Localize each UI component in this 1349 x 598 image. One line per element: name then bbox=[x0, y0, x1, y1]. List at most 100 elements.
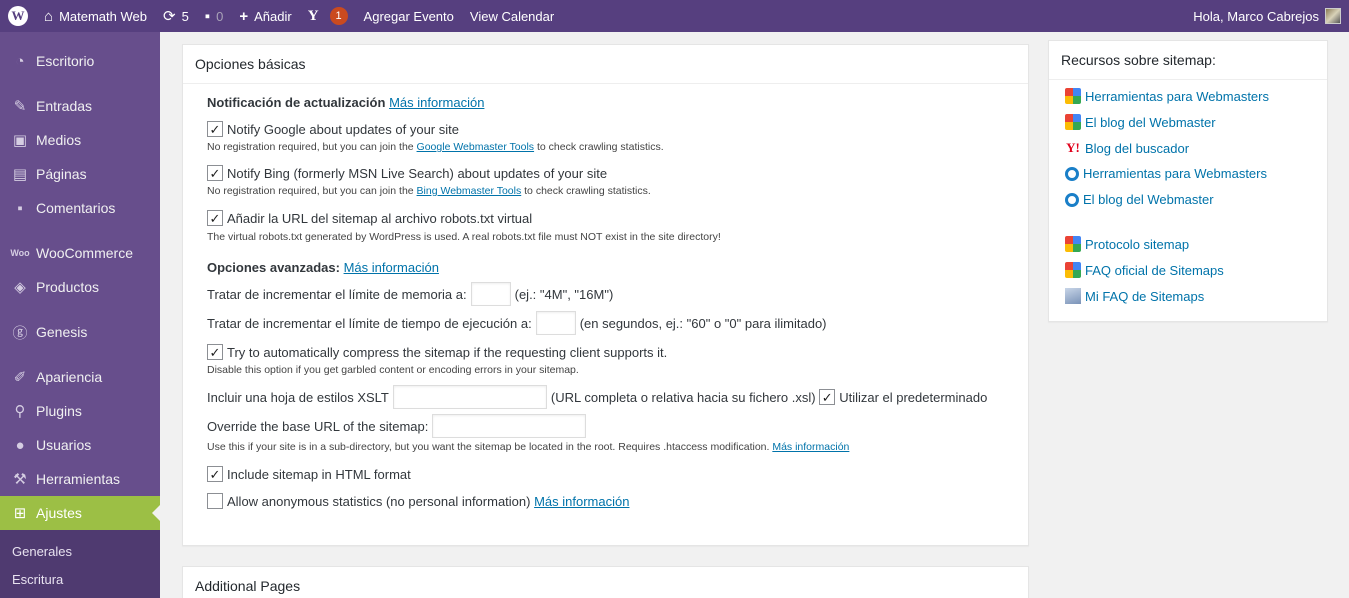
sidebar-item-comentarios[interactable]: ▪ Comentarios bbox=[0, 191, 160, 225]
xslt-url-input[interactable] bbox=[392, 385, 547, 409]
robots-row: ✓ Añadir la URL del sitemap al archivo r… bbox=[207, 210, 532, 226]
add-event-link[interactable]: Agregar Evento bbox=[356, 0, 462, 32]
submenu-generales[interactable]: Generales bbox=[12, 544, 72, 559]
memory-label: Tratar de incrementar el límite de memor… bbox=[207, 286, 467, 302]
sidebar-item-label: Productos bbox=[36, 279, 100, 295]
yoast-badge: 1 bbox=[329, 7, 348, 25]
faq-icon bbox=[1065, 288, 1081, 304]
memory-limit-input[interactable] bbox=[470, 282, 511, 306]
resource-google-webmaster-tools[interactable]: Herramientas para Webmasters bbox=[1065, 88, 1269, 104]
sidebar-item-woocommerce[interactable]: Woo WooCommerce bbox=[0, 236, 160, 270]
box-icon: ◈ bbox=[14, 279, 26, 296]
sidebar-item-medios[interactable]: ▣ Medios bbox=[0, 123, 160, 157]
baseurl-note-row: Use this if your site is in a sub-direct… bbox=[207, 441, 849, 453]
basic-options-title: Opciones básicas bbox=[183, 45, 1028, 84]
site-name-link[interactable]: ⌂ Matemath Web bbox=[36, 0, 155, 32]
user-account-menu[interactable]: Hola, Marco Cabrejos bbox=[1193, 0, 1341, 32]
yahoo-icon: Y! bbox=[1066, 140, 1080, 155]
resource-yahoo-blog[interactable]: Y! Blog del buscador bbox=[1065, 140, 1189, 156]
sidebar-item-label: Medios bbox=[36, 132, 82, 148]
xslt-row: Incluir una hoja de estilos XSLT (URL co… bbox=[207, 385, 987, 409]
resource-link[interactable]: Blog del buscador bbox=[1085, 141, 1189, 156]
comments-icon: ▪ bbox=[17, 199, 23, 217]
brush-icon: ✐ bbox=[13, 369, 27, 386]
robots-note: The virtual robots.txt generated by Word… bbox=[207, 231, 721, 243]
time-row: Tratar de incrementar el límite de tiemp… bbox=[207, 311, 827, 335]
resource-link[interactable]: Mi FAQ de Sitemaps bbox=[1085, 289, 1204, 304]
baseurl-more-info-link[interactable]: Más información bbox=[772, 441, 849, 453]
notify-bing-label: Notify Bing (formerly MSN Live Search) a… bbox=[227, 165, 608, 181]
time-limit-input[interactable] bbox=[535, 311, 576, 335]
google-note-suffix: to check crawling statistics. bbox=[536, 141, 664, 153]
robots-label: Añadir la URL del sitemap al archivo rob… bbox=[227, 210, 533, 226]
admin-bar: W ⌂ Matemath Web ⟳ 5 ▪ 0 + Añadir Y 1 Ag… bbox=[0, 0, 1349, 32]
memory-hint: (ej.: "4M", "16M") bbox=[514, 286, 614, 302]
sidebar-item-plugins[interactable]: ⚲ Plugins bbox=[0, 394, 160, 428]
compress-row: ✓ Try to automatically compress the site… bbox=[207, 344, 667, 360]
resource-bing-webmaster-blog[interactable]: El blog del Webmaster bbox=[1065, 192, 1214, 207]
resource-bing-webmaster-tools[interactable]: Herramientas para Webmasters bbox=[1065, 166, 1267, 181]
view-calendar-link[interactable]: View Calendar bbox=[462, 0, 562, 32]
updates-icon: ⟳ bbox=[162, 7, 176, 25]
advanced-heading-row: Opciones avanzadas: Más información bbox=[207, 260, 439, 275]
yoast-link[interactable]: Y 1 bbox=[300, 0, 356, 32]
notify-more-info-link[interactable]: Más información bbox=[389, 95, 484, 110]
sidebar-item-ajustes[interactable]: ⊞ Ajustes bbox=[0, 496, 160, 530]
xslt-hint: (URL completa o relativa hacia su ficher… bbox=[550, 389, 816, 405]
bing-webmaster-tools-link[interactable]: Bing Webmaster Tools bbox=[417, 185, 522, 197]
compress-checkbox[interactable]: ✓ bbox=[207, 344, 223, 360]
robots-checkbox[interactable]: ✓ bbox=[207, 210, 223, 226]
add-new-label: Añadir bbox=[254, 8, 292, 24]
sidebar-item-apariencia[interactable]: ✐ Apariencia bbox=[0, 360, 160, 394]
notify-bing-row: ✓ Notify Bing (formerly MSN Live Search)… bbox=[207, 165, 607, 181]
notify-bing-checkbox[interactable]: ✓ bbox=[207, 165, 223, 181]
sidebar-item-entradas[interactable]: ✎ Entradas bbox=[0, 89, 160, 123]
user-icon: ● bbox=[15, 436, 25, 454]
plugin-icon: ⚲ bbox=[14, 403, 26, 420]
settings-icon: ⊞ bbox=[13, 505, 27, 522]
resource-link[interactable]: FAQ oficial de Sitemaps bbox=[1085, 263, 1224, 278]
comments-link[interactable]: ▪ 0 bbox=[197, 0, 232, 32]
advanced-heading: Opciones avanzadas: bbox=[207, 260, 340, 275]
resource-google-webmaster-blog[interactable]: El blog del Webmaster bbox=[1065, 114, 1216, 130]
time-hint: (en segundos, ej.: "60" o "0" para ilimi… bbox=[579, 315, 827, 331]
wp-logo-button[interactable]: W bbox=[0, 0, 36, 32]
sidebar-item-label: Escritorio bbox=[36, 53, 95, 69]
add-new-link[interactable]: + Añadir bbox=[231, 0, 299, 32]
sitemap-resources-box: Recursos sobre sitemap: Herramientas par… bbox=[1048, 40, 1328, 322]
base-url-input[interactable] bbox=[432, 414, 587, 438]
resource-link[interactable]: El blog del Webmaster bbox=[1085, 115, 1216, 130]
sidebar-item-herramientas[interactable]: ⚒ Herramientas bbox=[0, 462, 160, 496]
resource-link[interactable]: Protocolo sitemap bbox=[1085, 237, 1189, 252]
stats-more-info-link[interactable]: Más información bbox=[534, 494, 629, 509]
resource-link[interactable]: Herramientas para Webmasters bbox=[1083, 166, 1267, 181]
yoast-icon: Y bbox=[307, 7, 319, 24]
sidebar-item-label: Apariencia bbox=[36, 369, 103, 385]
user-greeting: Hola, Marco Cabrejos bbox=[1193, 8, 1319, 24]
sidebar-item-genesis[interactable]: ⓖ Genesis bbox=[0, 315, 160, 349]
stats-label: Allow anonymous statistics (no personal … bbox=[227, 493, 531, 509]
baseurl-label: Override the base URL of the sitemap: bbox=[207, 418, 429, 434]
xslt-default-checkbox[interactable]: ✓ bbox=[819, 389, 836, 405]
avatar bbox=[1325, 8, 1341, 24]
sidebar-item-productos[interactable]: ◈ Productos bbox=[0, 270, 160, 304]
bing-note: No registration required, but you can jo… bbox=[207, 185, 651, 197]
resource-sitemap-protocol[interactable]: Protocolo sitemap bbox=[1065, 236, 1189, 252]
sidebar-item-escritorio[interactable]: ◔ Escritorio bbox=[0, 44, 160, 78]
resource-link[interactable]: El blog del Webmaster bbox=[1083, 192, 1214, 207]
html-format-checkbox[interactable]: ✓ bbox=[207, 466, 223, 482]
updates-link[interactable]: ⟳ 5 bbox=[155, 0, 197, 32]
resource-link[interactable]: Herramientas para Webmasters bbox=[1085, 89, 1269, 104]
stats-checkbox[interactable] bbox=[207, 493, 223, 509]
compress-note: Disable this option if you get garbled c… bbox=[207, 364, 579, 376]
sidebar-item-usuarios[interactable]: ● Usuarios bbox=[0, 428, 160, 462]
sidebar-item-paginas[interactable]: ▤ Páginas bbox=[0, 157, 160, 191]
advanced-more-info-link[interactable]: Más información bbox=[344, 260, 439, 275]
resource-official-faq[interactable]: FAQ oficial de Sitemaps bbox=[1065, 262, 1224, 278]
notify-google-checkbox[interactable]: ✓ bbox=[207, 121, 223, 137]
updates-count: 5 bbox=[181, 8, 189, 24]
xslt-label: Incluir una hoja de estilos XSLT bbox=[207, 389, 389, 405]
submenu-escritura[interactable]: Escritura bbox=[12, 572, 63, 587]
resource-my-faq[interactable]: Mi FAQ de Sitemaps bbox=[1065, 288, 1204, 304]
google-webmaster-tools-link[interactable]: Google Webmaster Tools bbox=[417, 141, 535, 153]
